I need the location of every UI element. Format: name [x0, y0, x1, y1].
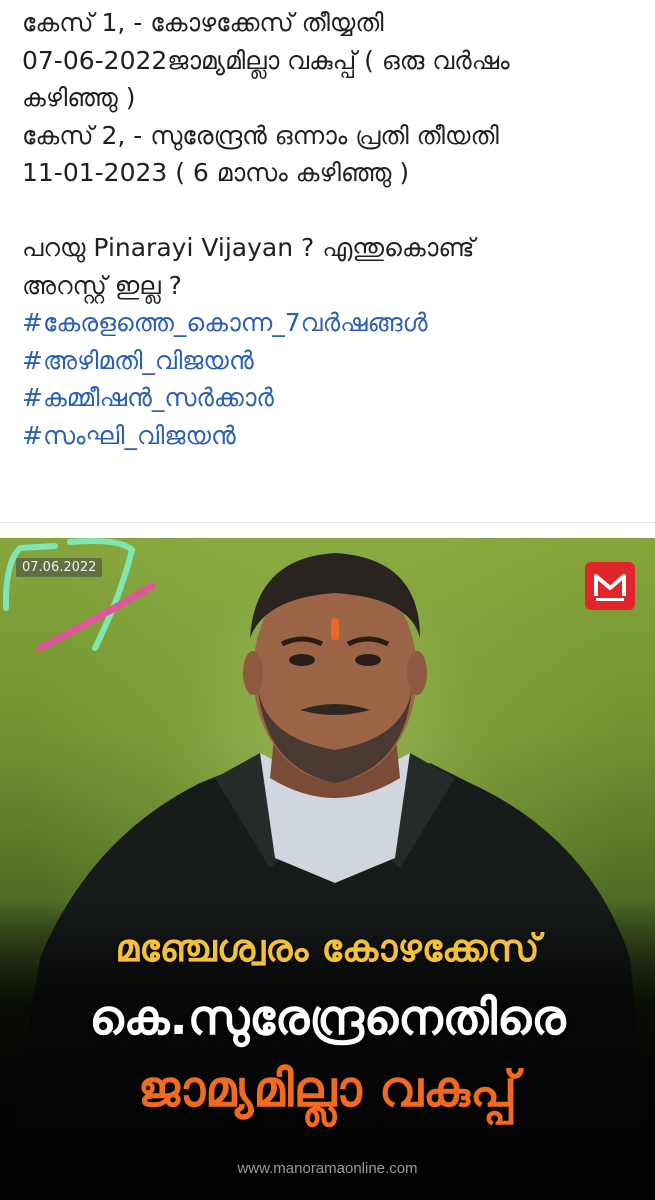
headline-line-3: ജാമ്യമില്ലാ വകുപ്പ് — [137, 1060, 518, 1118]
pink-annotation-mark — [36, 582, 156, 652]
source-watermark: www.manoramaonline.com — [237, 1160, 418, 1177]
post-text-line: കഴിഞ്ഞു ) — [22, 83, 136, 112]
date-stamp: 07.06.2022 — [16, 558, 103, 577]
post-text-blank-line — [22, 192, 642, 230]
hashtag-link[interactable]: #കമ്മീഷൻ_സർക്കാർ — [22, 379, 642, 417]
post-image[interactable]: 07.06.2022 മഞ്ചേശ്വരം കോഴക്കേസ് കെ.സുരേന… — [0, 538, 655, 1200]
headline-line-1: മഞ്ചേശ്വരം കോഴക്കേസ് — [115, 926, 540, 970]
manorama-logo-icon — [585, 562, 635, 610]
post-text-line: 11-01-2023 ( 6 മാസം കഴിഞ്ഞു ) — [22, 158, 410, 187]
post-text-line: കേസ് 1, - കോഴക്കേസ് തീയ്യതി — [22, 8, 384, 37]
hashtag-link[interactable]: #സംഘി_വിജയൻ — [22, 417, 642, 455]
ear-shape — [243, 651, 263, 695]
tilak-mark — [331, 618, 339, 640]
post-text-line: കേസ് 2, - സുരേന്ദ്രൻ ഒന്നാം പ്രതി തീയതി — [22, 120, 499, 150]
ear-shape — [407, 651, 427, 695]
eye-shape — [289, 654, 315, 666]
post-body: കേസ് 1, - കോഴക്കേസ് തീയ്യതി 07-06-2022ജാ… — [22, 4, 642, 454]
divider — [0, 522, 655, 523]
hashtag-link[interactable]: #കേരളത്തെ_കൊന്ന_7വർഷങ്ങൾ — [22, 304, 642, 342]
headline-line-2: കെ.സുരേന്ദ്രനെതിരെ — [89, 990, 566, 1046]
post-text-line: പറയു Pinarayi Vijayan ? എന്തുകൊണ്ട് — [22, 233, 475, 262]
post-text-line: 07-06-2022ജാമ്യമില്ലാ വകുപ്പ് ( ഒരു വർഷം — [22, 45, 510, 75]
hashtag-link[interactable]: #അഴിമതി_വിജയൻ — [22, 342, 642, 380]
social-post: കേസ് 1, - കോഴക്കേസ് തീയ്യതി 07-06-2022ജാ… — [0, 0, 655, 1200]
post-text-line: അറസ്റ്റ് ഇല്ല ? — [22, 270, 182, 300]
eye-shape — [355, 654, 381, 666]
